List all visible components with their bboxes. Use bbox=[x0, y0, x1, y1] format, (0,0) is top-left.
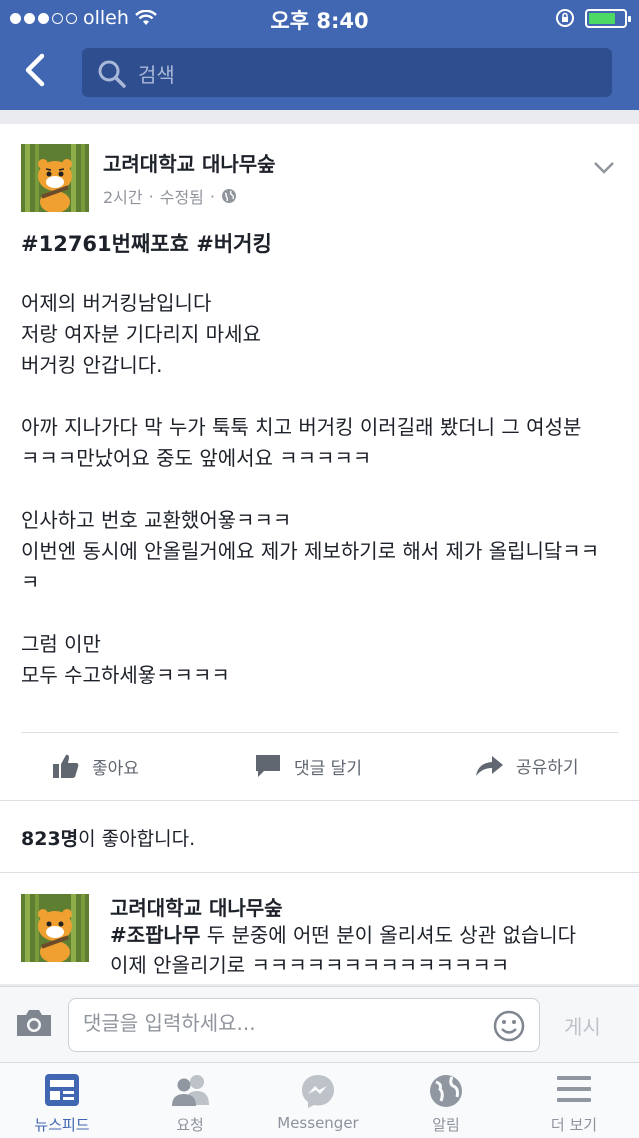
post-hashtags[interactable]: #12761번째포효 #버거킹 bbox=[21, 228, 272, 258]
post-options-button[interactable] bbox=[593, 160, 615, 179]
comment-hashtag[interactable]: #조팝나무 bbox=[110, 923, 200, 947]
rotation-lock-icon bbox=[556, 9, 574, 27]
status-right bbox=[555, 8, 631, 28]
comment-label: 댓글 달기 bbox=[294, 758, 362, 779]
comment-body-cut: 이제 안올리기로 ㅋㅋㅋㅋㅋㅋㅋㅋㅋㅋㅋㅋㅋㅋ bbox=[110, 953, 510, 977]
tab-requests[interactable]: 요청 bbox=[130, 1063, 250, 1138]
comment-input[interactable] bbox=[83, 1011, 483, 1035]
post-line: 모두 수고하세욯ㅋㅋㅋㅋ bbox=[21, 663, 230, 687]
post-line: 이번엔 동시에 안올릴거에요 제가 제보하기로 해서 제가 올립니닼ㅋㅋㅋ bbox=[21, 539, 600, 594]
post-comment-button[interactable]: 게시 bbox=[564, 1011, 601, 1040]
post-line-gap bbox=[21, 598, 617, 629]
post-time[interactable]: 2시간 bbox=[103, 184, 143, 208]
divider bbox=[0, 800, 639, 801]
bottom-tab-bar: 뉴스피드 요청 Messenger 알림 더 보기 bbox=[0, 1062, 639, 1138]
friend-requests-icon bbox=[172, 1075, 209, 1106]
tab-label: 알림 bbox=[432, 1116, 460, 1134]
post-line: 아까 지나가다 막 누가 툭툭 치고 버거킹 이러길래 봤더니 그 여성분 bbox=[21, 415, 582, 439]
likes-count: 823명 bbox=[21, 828, 79, 850]
edited-label[interactable]: 수정됨 bbox=[160, 184, 204, 208]
meta-separator: · bbox=[209, 186, 215, 206]
tab-label: Messenger bbox=[277, 1114, 359, 1132]
tab-more[interactable]: 더 보기 bbox=[514, 1063, 634, 1138]
page-avatar[interactable] bbox=[21, 144, 89, 212]
tab-label: 더 보기 bbox=[550, 1116, 598, 1134]
tab-label: 요청 bbox=[176, 1116, 204, 1134]
post-line-gap bbox=[21, 474, 617, 505]
divider bbox=[0, 872, 639, 873]
likes-suffix: 이 좋아합니다. bbox=[78, 828, 196, 850]
post-line-gap bbox=[21, 381, 617, 412]
tiger-mascot-image bbox=[21, 894, 89, 962]
thumbs-up-icon bbox=[53, 754, 79, 778]
post-meta: 2시간 · 수정됨 · bbox=[103, 184, 237, 208]
like-button[interactable]: 좋아요 bbox=[52, 753, 139, 779]
post-body: 어제의 버거킹남입니다 저랑 여자분 기다리지 마세요 버거킹 안갑니다. 아까… bbox=[21, 288, 617, 691]
post-line: 어제의 버거킹남입니다 bbox=[21, 291, 212, 315]
battery-icon bbox=[585, 8, 631, 28]
public-globe-icon bbox=[221, 189, 236, 203]
post-actions: 좋아요 댓글 달기 공유하기 bbox=[0, 733, 639, 800]
share-arrow-icon bbox=[476, 755, 503, 776]
comment-text: #조팝나무 두 분중에 어떤 분이 올리셔도 상관 없습니다 이제 안올리기로 … bbox=[110, 920, 610, 980]
messenger-icon bbox=[302, 1075, 334, 1108]
tab-notifications[interactable]: 알림 bbox=[386, 1063, 506, 1138]
page-name[interactable]: 고려대학교 대나무숲 bbox=[103, 148, 276, 177]
search-icon bbox=[98, 60, 126, 88]
comment-input-box[interactable] bbox=[68, 998, 540, 1052]
status-bar: olleh 오후 8:40 bbox=[0, 0, 639, 36]
back-button[interactable] bbox=[20, 50, 56, 94]
meta-separator: · bbox=[148, 186, 154, 206]
tab-news-feed[interactable]: 뉴스피드 bbox=[2, 1063, 122, 1138]
tiger-mascot-image bbox=[21, 144, 89, 212]
tab-messenger[interactable]: Messenger bbox=[258, 1063, 378, 1138]
post-line: 버거킹 안갑니다. bbox=[21, 353, 163, 377]
top-navigation-bar: olleh 오후 8:40 검색 bbox=[0, 0, 639, 110]
search-placeholder: 검색 bbox=[138, 63, 175, 87]
comment-composer: 게시 bbox=[0, 986, 639, 1062]
post-line: 그럼 이만 bbox=[21, 632, 101, 656]
chevron-down-icon bbox=[594, 162, 614, 174]
status-time: 오후 8:40 bbox=[270, 9, 369, 33]
search-field[interactable]: 검색 bbox=[82, 48, 612, 97]
post-card: 고려대학교 대나무숲 2시간 · 수정됨 · #12761번째포효 #버거킹 어… bbox=[0, 124, 639, 984]
share-label: 공유하기 bbox=[516, 758, 579, 778]
notifications-globe-icon bbox=[430, 1075, 462, 1107]
comment-avatar[interactable] bbox=[21, 894, 89, 962]
comment-button[interactable]: 댓글 달기 bbox=[254, 753, 362, 779]
post-line: ㅋㅋㅋ만났어요 중도 앞에서요 ㅋㅋㅋㅋㅋ bbox=[21, 446, 372, 470]
like-label: 좋아요 bbox=[92, 758, 139, 779]
battery-level bbox=[589, 12, 615, 24]
camera-button[interactable] bbox=[14, 1007, 54, 1043]
share-button[interactable]: 공유하기 bbox=[474, 753, 579, 778]
menu-icon bbox=[557, 1076, 591, 1102]
chevron-left-icon bbox=[25, 53, 45, 87]
emoji-icon[interactable] bbox=[493, 1010, 525, 1042]
comment-body: 두 분중에 어떤 분이 올리셔도 상관 없습니다 bbox=[200, 923, 577, 947]
comment-bubble-icon bbox=[256, 755, 280, 777]
likes-summary[interactable]: 823명이 좋아합니다. bbox=[21, 824, 195, 851]
camera-icon bbox=[17, 1010, 51, 1036]
comment-author[interactable]: 고려대학교 대나무숲 bbox=[110, 892, 283, 921]
news-feed-icon bbox=[45, 1074, 79, 1106]
tab-label: 뉴스피드 bbox=[34, 1116, 90, 1134]
post-line: 인사하고 번호 교환했어욯ㅋㅋㅋ bbox=[21, 508, 292, 532]
post-line: 저랑 여자분 기다리지 마세요 bbox=[21, 322, 261, 346]
